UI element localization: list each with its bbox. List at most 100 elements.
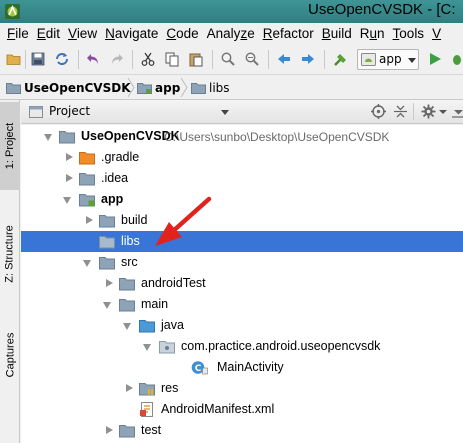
toolbar-separator bbox=[324, 50, 325, 69]
chevron-down-icon[interactable] bbox=[439, 104, 447, 119]
tree-node-res[interactable]: res bbox=[21, 378, 463, 399]
expand-arrow-icon[interactable] bbox=[44, 134, 52, 141]
open-folder-icon[interactable] bbox=[6, 51, 22, 67]
tree-node-package[interactable]: com.practice.android.useopencvsdk bbox=[21, 336, 463, 357]
breadcrumb-label: app bbox=[155, 80, 181, 95]
collapse-arrow-icon[interactable] bbox=[106, 279, 113, 287]
menu-item[interactable]: Navigate bbox=[101, 26, 162, 41]
scroll-from-source-icon[interactable] bbox=[371, 104, 386, 119]
tab-captures[interactable]: Captures bbox=[0, 315, 20, 395]
menu-item[interactable]: Analyze bbox=[203, 26, 259, 41]
run-configuration-label: app bbox=[379, 52, 402, 66]
tree-node-main[interactable]: main bbox=[21, 294, 463, 315]
tree-node-main-activity[interactable]: C MainActivity bbox=[21, 357, 463, 378]
folder-icon bbox=[191, 82, 206, 94]
breadcrumb-label: libs bbox=[209, 80, 230, 95]
toolbar-separator bbox=[78, 50, 79, 69]
expand-arrow-icon[interactable] bbox=[83, 260, 91, 267]
undo-icon[interactable] bbox=[85, 51, 101, 67]
tree-node-path: C:\Users\sunbo\Desktop\UseOpenCVSDK bbox=[164, 130, 390, 144]
menu-item[interactable]: Refactor bbox=[259, 26, 318, 41]
tree-node-gradle[interactable]: .gradle bbox=[21, 147, 463, 168]
java-class-icon: C bbox=[191, 361, 208, 375]
manifest-file-icon bbox=[140, 402, 153, 417]
tree-node-idea[interactable]: .idea bbox=[21, 168, 463, 189]
tree-node-label: main bbox=[141, 297, 169, 311]
tree-node-test[interactable]: test bbox=[21, 420, 463, 441]
panel-title: Project bbox=[49, 104, 91, 118]
tree-node-label: res bbox=[161, 381, 179, 395]
collapse-arrow-icon[interactable] bbox=[66, 153, 73, 161]
tree-node-project-root[interactable]: UseOpenCVSDK C:\Users\sunbo\Desktop\UseO… bbox=[21, 126, 463, 147]
window-title: UseOpenCVSDK - [C: bbox=[308, 1, 456, 18]
collapse-arrow-icon[interactable] bbox=[106, 426, 113, 434]
replace-icon[interactable] bbox=[244, 51, 260, 67]
expand-arrow-icon[interactable] bbox=[123, 323, 131, 330]
menu-item[interactable]: V bbox=[428, 26, 445, 41]
main-toolbar: app bbox=[0, 44, 463, 75]
menu-bar: File Edit View Navigate Code Analyze Refactor B… bbox=[0, 23, 463, 44]
collapse-arrow-icon[interactable] bbox=[86, 216, 93, 224]
project-view-icon bbox=[29, 106, 43, 118]
tree-node-android-manifest[interactable]: AndroidManifest.xml bbox=[21, 399, 463, 420]
collapse-arrow-icon[interactable] bbox=[66, 174, 73, 182]
cut-icon[interactable] bbox=[140, 51, 156, 67]
menu-item[interactable]: File bbox=[3, 26, 33, 41]
debug-icon[interactable] bbox=[449, 51, 463, 67]
hide-panel-icon[interactable] bbox=[451, 104, 463, 119]
menu-item[interactable]: Tools bbox=[389, 26, 429, 41]
expand-arrow-icon[interactable] bbox=[143, 344, 151, 351]
forward-arrow-icon[interactable] bbox=[300, 51, 316, 67]
expand-arrow-icon[interactable] bbox=[103, 302, 111, 309]
find-icon[interactable] bbox=[220, 51, 236, 67]
breadcrumb-separator-icon bbox=[180, 78, 188, 97]
tree-node-label: .idea bbox=[101, 171, 129, 185]
collapse-all-icon[interactable] bbox=[393, 104, 408, 119]
android-studio-icon bbox=[5, 4, 20, 19]
module-folder-icon bbox=[79, 194, 95, 207]
redo-icon[interactable] bbox=[109, 51, 125, 67]
breadcrumb-item-project[interactable]: UseOpenCVSDK bbox=[6, 79, 131, 96]
breadcrumb-label: UseOpenCVSDK bbox=[24, 80, 131, 95]
module-folder-icon bbox=[137, 82, 152, 94]
chevron-down-icon bbox=[408, 58, 416, 63]
run-icon[interactable] bbox=[427, 51, 443, 67]
android-module-icon bbox=[361, 53, 376, 66]
tree-node-label: MainActivity bbox=[217, 360, 284, 374]
folder-icon bbox=[119, 278, 135, 291]
run-configuration-select[interactable]: app bbox=[357, 49, 419, 70]
tree-node-label: .gradle bbox=[101, 150, 140, 164]
make-project-icon[interactable] bbox=[333, 51, 349, 67]
tree-node-label: src bbox=[121, 255, 138, 269]
tab-structure[interactable]: Z: Structure bbox=[0, 200, 20, 308]
tree-node-build[interactable]: build bbox=[21, 210, 463, 231]
sync-icon[interactable] bbox=[54, 51, 70, 67]
copy-icon[interactable] bbox=[164, 51, 180, 67]
tree-node-app[interactable]: app bbox=[21, 189, 463, 210]
menu-item[interactable]: View bbox=[64, 26, 101, 41]
save-all-icon[interactable] bbox=[30, 51, 46, 67]
expand-arrow-icon[interactable] bbox=[63, 197, 71, 204]
back-arrow-icon[interactable] bbox=[276, 51, 292, 67]
chevron-down-icon[interactable] bbox=[221, 110, 229, 115]
package-icon bbox=[159, 341, 175, 354]
tree-node-src[interactable]: src bbox=[21, 252, 463, 273]
menu-item[interactable]: Run bbox=[356, 26, 389, 41]
paste-icon[interactable] bbox=[188, 51, 204, 67]
breadcrumb: UseOpenCVSDK app libs bbox=[0, 75, 463, 100]
tree-node-java[interactable]: java bbox=[21, 315, 463, 336]
folder-icon bbox=[99, 215, 115, 228]
menu-item[interactable]: Code bbox=[162, 26, 202, 41]
tree-node-label: AndroidManifest.xml bbox=[161, 402, 275, 416]
menu-item[interactable]: Edit bbox=[33, 26, 64, 41]
svg-text:C: C bbox=[195, 364, 202, 374]
collapse-arrow-icon[interactable] bbox=[126, 384, 133, 392]
tree-node-android-test[interactable]: androidTest bbox=[21, 273, 463, 294]
menu-item[interactable]: Build bbox=[318, 26, 356, 41]
settings-gear-icon[interactable] bbox=[421, 104, 436, 119]
tab-project[interactable]: 1: Project bbox=[0, 102, 20, 190]
breadcrumb-item-app[interactable]: app bbox=[137, 79, 180, 96]
tree-node-libs[interactable]: libs bbox=[21, 231, 463, 252]
project-tree: UseOpenCVSDK C:\Users\sunbo\Desktop\UseO… bbox=[21, 125, 463, 443]
breadcrumb-item-libs[interactable]: libs bbox=[191, 79, 230, 96]
